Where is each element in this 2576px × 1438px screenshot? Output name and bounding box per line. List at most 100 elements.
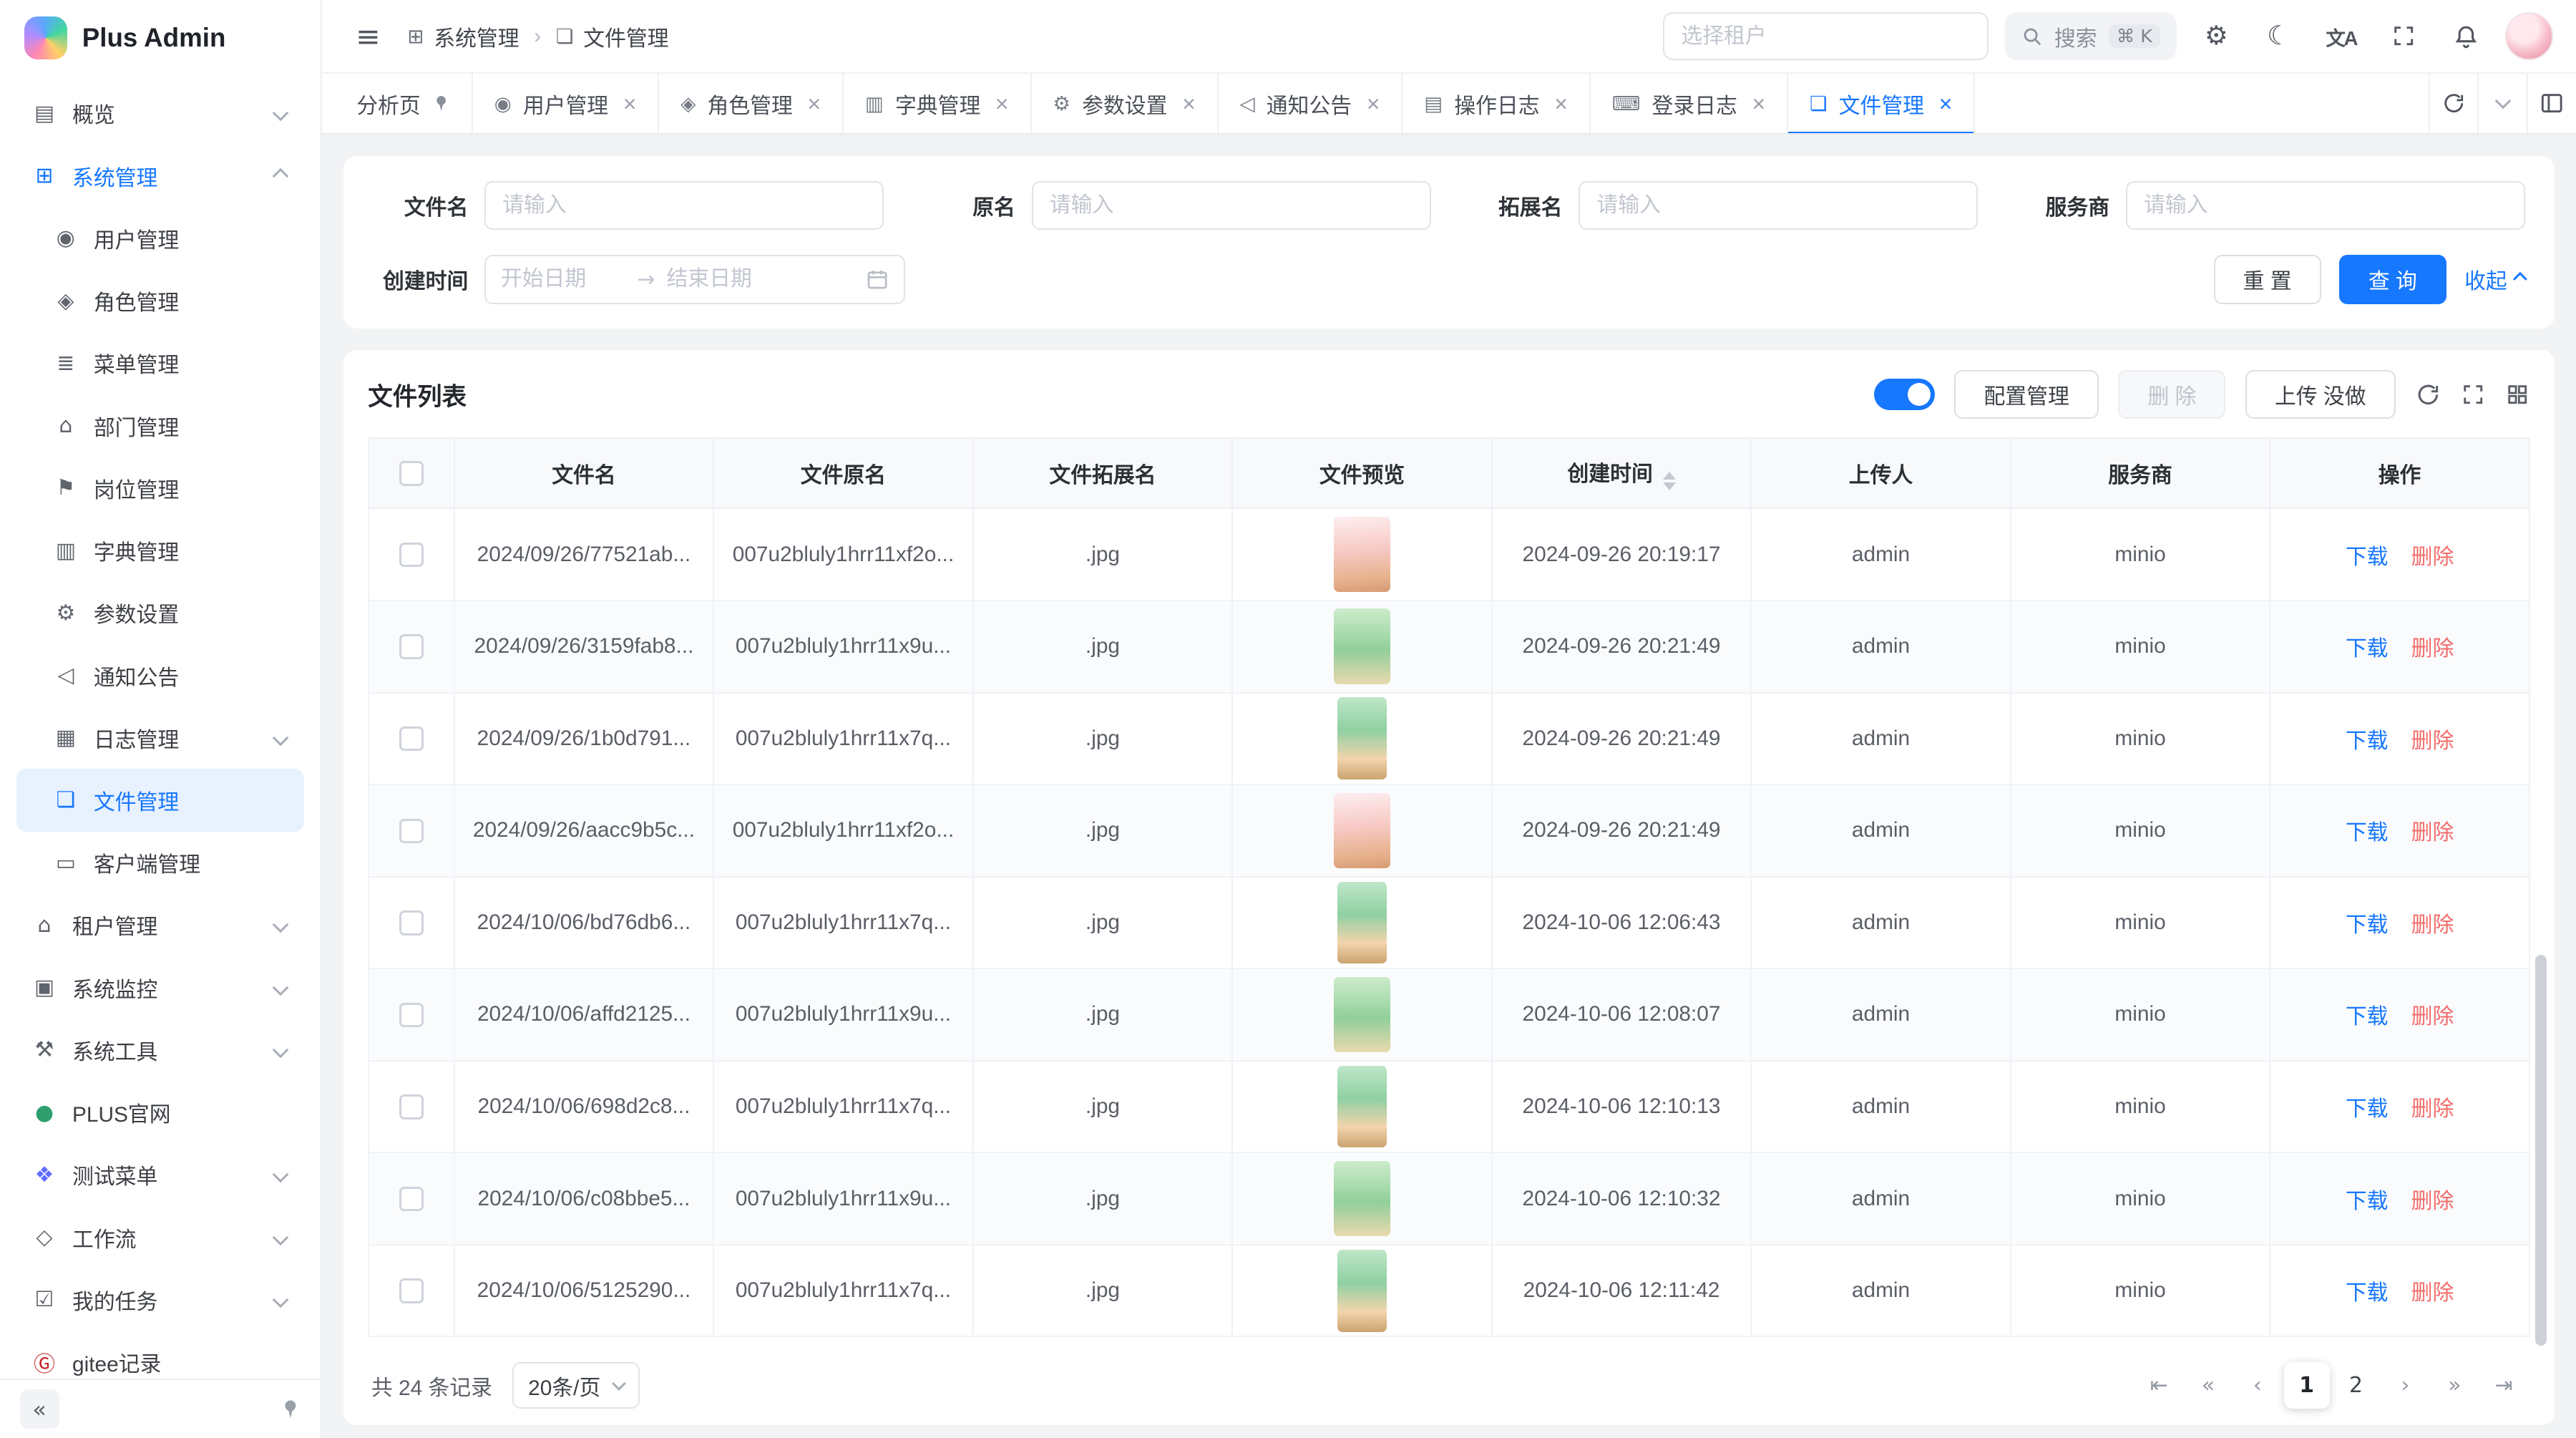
row-checkbox[interactable]	[399, 1187, 424, 1211]
pin-icon[interactable]	[280, 1399, 301, 1420]
file-preview-image[interactable]	[1337, 1250, 1387, 1332]
sidebar-item-12[interactable]: ▭ 客户端管理	[16, 832, 304, 894]
row-checkbox[interactable]	[399, 543, 424, 567]
row-checkbox[interactable]	[399, 1094, 424, 1119]
row-checkbox[interactable]	[399, 1278, 424, 1303]
tab-close-icon[interactable]: ×	[1367, 92, 1380, 115]
delete-link[interactable]: 删除	[2411, 729, 2454, 753]
collapse-link[interactable]: 收起	[2464, 263, 2525, 295]
sidebar-item-3[interactable]: ◈ 角色管理	[16, 269, 304, 331]
dark-mode-button[interactable]: ☾	[2255, 13, 2301, 59]
fast-backward-button[interactable]: «	[2185, 1362, 2231, 1408]
select-all-checkbox[interactable]	[399, 461, 424, 485]
tab-close-icon[interactable]: ×	[1752, 92, 1765, 115]
breadcrumb-item-file[interactable]: ❏ 文件管理	[556, 21, 669, 52]
upload-button[interactable]: 上传 没做	[2245, 370, 2396, 419]
download-link[interactable]: 下载	[2346, 545, 2389, 569]
date-range-picker[interactable]: →	[484, 255, 905, 304]
file-preview-image[interactable]	[1337, 1066, 1387, 1148]
pin-icon[interactable]	[432, 94, 450, 112]
expand-table-button[interactable]	[2461, 382, 2485, 407]
row-checkbox[interactable]	[399, 634, 424, 659]
tab-close-icon[interactable]: ×	[623, 92, 637, 115]
global-search[interactable]: 搜索 ⌘ K	[2005, 12, 2177, 60]
start-date-input[interactable]	[501, 267, 625, 291]
page-button-1[interactable]: 1	[2284, 1362, 2330, 1408]
tab-close-icon[interactable]: ×	[1182, 92, 1196, 115]
row-checkbox[interactable]	[399, 727, 424, 751]
sidebar-item-17[interactable]: ❖ 测试菜单	[16, 1144, 304, 1206]
sidebar-item-2[interactable]: ◉ 用户管理	[16, 207, 304, 269]
file-preview-image[interactable]	[1337, 882, 1387, 964]
sidebar-item-20[interactable]: Ⓖ gitee记录	[16, 1331, 304, 1379]
filter-input-2[interactable]	[1579, 181, 1978, 230]
filter-input-3[interactable]	[2126, 181, 2525, 230]
delete-link[interactable]: 删除	[2411, 637, 2454, 661]
sort-icon[interactable]	[1663, 472, 1676, 491]
next-page-button[interactable]: ›	[2382, 1362, 2428, 1408]
sidebar-item-19[interactable]: ☑ 我的任务	[16, 1268, 304, 1331]
refresh-table-button[interactable]	[2415, 382, 2441, 408]
avatar[interactable]	[2505, 12, 2553, 60]
tab-close-icon[interactable]: ×	[807, 92, 821, 115]
layout-button[interactable]	[2527, 74, 2576, 133]
language-button[interactable]: 文A	[2318, 13, 2364, 59]
sidebar-item-5[interactable]: ⌂ 部门管理	[16, 394, 304, 457]
column-header-4[interactable]: 创建时间	[1492, 438, 1752, 509]
batch-delete-button[interactable]: 删 除	[2118, 370, 2225, 419]
first-page-button[interactable]: ⇤	[2136, 1362, 2182, 1408]
last-page-button[interactable]: ⇥	[2481, 1362, 2527, 1408]
stripe-toggle[interactable]	[1874, 379, 1935, 410]
tab-1[interactable]: ◉ 用户管理 ×	[473, 74, 660, 133]
sidebar-item-15[interactable]: ⚒ 系统工具	[16, 1019, 304, 1081]
collapse-sidebar-button[interactable]: «	[20, 1389, 59, 1429]
end-date-input[interactable]	[667, 267, 791, 291]
sidebar-item-10[interactable]: ▦ 日志管理	[16, 706, 304, 769]
row-checkbox[interactable]	[399, 910, 424, 935]
delete-link[interactable]: 删除	[2411, 1281, 2454, 1305]
fullscreen-button[interactable]	[2381, 13, 2426, 59]
tab-2[interactable]: ◈ 角色管理 ×	[659, 74, 844, 133]
download-link[interactable]: 下载	[2346, 1190, 2389, 1213]
file-preview-image[interactable]	[1334, 1161, 1390, 1237]
download-link[interactable]: 下载	[2346, 821, 2389, 845]
sidebar-item-6[interactable]: ⚑ 岗位管理	[16, 457, 304, 519]
page-button-2[interactable]: 2	[2333, 1362, 2379, 1408]
delete-link[interactable]: 删除	[2411, 821, 2454, 845]
file-preview-image[interactable]	[1337, 697, 1387, 779]
delete-link[interactable]: 删除	[2411, 913, 2454, 937]
page-size-select[interactable]: 20条/页	[512, 1362, 640, 1408]
download-link[interactable]: 下载	[2346, 1005, 2389, 1029]
tab-0[interactable]: 分析页	[335, 74, 472, 133]
download-link[interactable]: 下载	[2346, 637, 2389, 661]
refresh-page-button[interactable]	[2429, 74, 2478, 133]
settings-button[interactable]: ⚙	[2193, 13, 2239, 59]
sidebar-item-8[interactable]: ⚙ 参数设置	[16, 582, 304, 644]
prev-page-button[interactable]: ‹	[2235, 1362, 2280, 1408]
download-link[interactable]: 下载	[2346, 1097, 2389, 1121]
filter-input-1[interactable]	[1032, 181, 1431, 230]
breadcrumb-item-system[interactable]: ⊞ 系统管理	[407, 21, 519, 52]
tab-actions-button[interactable]	[2477, 74, 2527, 133]
row-checkbox[interactable]	[399, 1003, 424, 1027]
fast-forward-button[interactable]: »	[2431, 1362, 2477, 1408]
download-link[interactable]: 下载	[2346, 913, 2389, 937]
file-preview-image[interactable]	[1334, 977, 1390, 1053]
download-link[interactable]: 下载	[2346, 729, 2389, 753]
tab-close-icon[interactable]: ×	[1554, 92, 1568, 115]
notifications-button[interactable]	[2443, 13, 2489, 59]
tenant-select[interactable]	[1663, 12, 1989, 60]
filter-input-0[interactable]	[484, 181, 884, 230]
tab-8[interactable]: ❏ 文件管理 ×	[1788, 74, 1975, 133]
tab-close-icon[interactable]: ×	[1939, 92, 1953, 115]
column-settings-button[interactable]	[2505, 382, 2529, 407]
menu-toggle-button[interactable]: ≡	[345, 13, 391, 59]
sidebar-item-7[interactable]: ▥ 字典管理	[16, 519, 304, 581]
logo[interactable]: Plus Admin	[0, 0, 321, 76]
sidebar-item-9[interactable]: ◁ 通知公告	[16, 644, 304, 706]
tab-5[interactable]: ◁ 通知公告 ×	[1219, 74, 1403, 133]
tab-4[interactable]: ⚙ 参数设置 ×	[1032, 74, 1219, 133]
sidebar-item-16[interactable]: ● PLUS官网	[16, 1082, 304, 1144]
sidebar-item-1[interactable]: ⊞ 系统管理	[16, 145, 304, 207]
delete-link[interactable]: 删除	[2411, 1005, 2454, 1029]
